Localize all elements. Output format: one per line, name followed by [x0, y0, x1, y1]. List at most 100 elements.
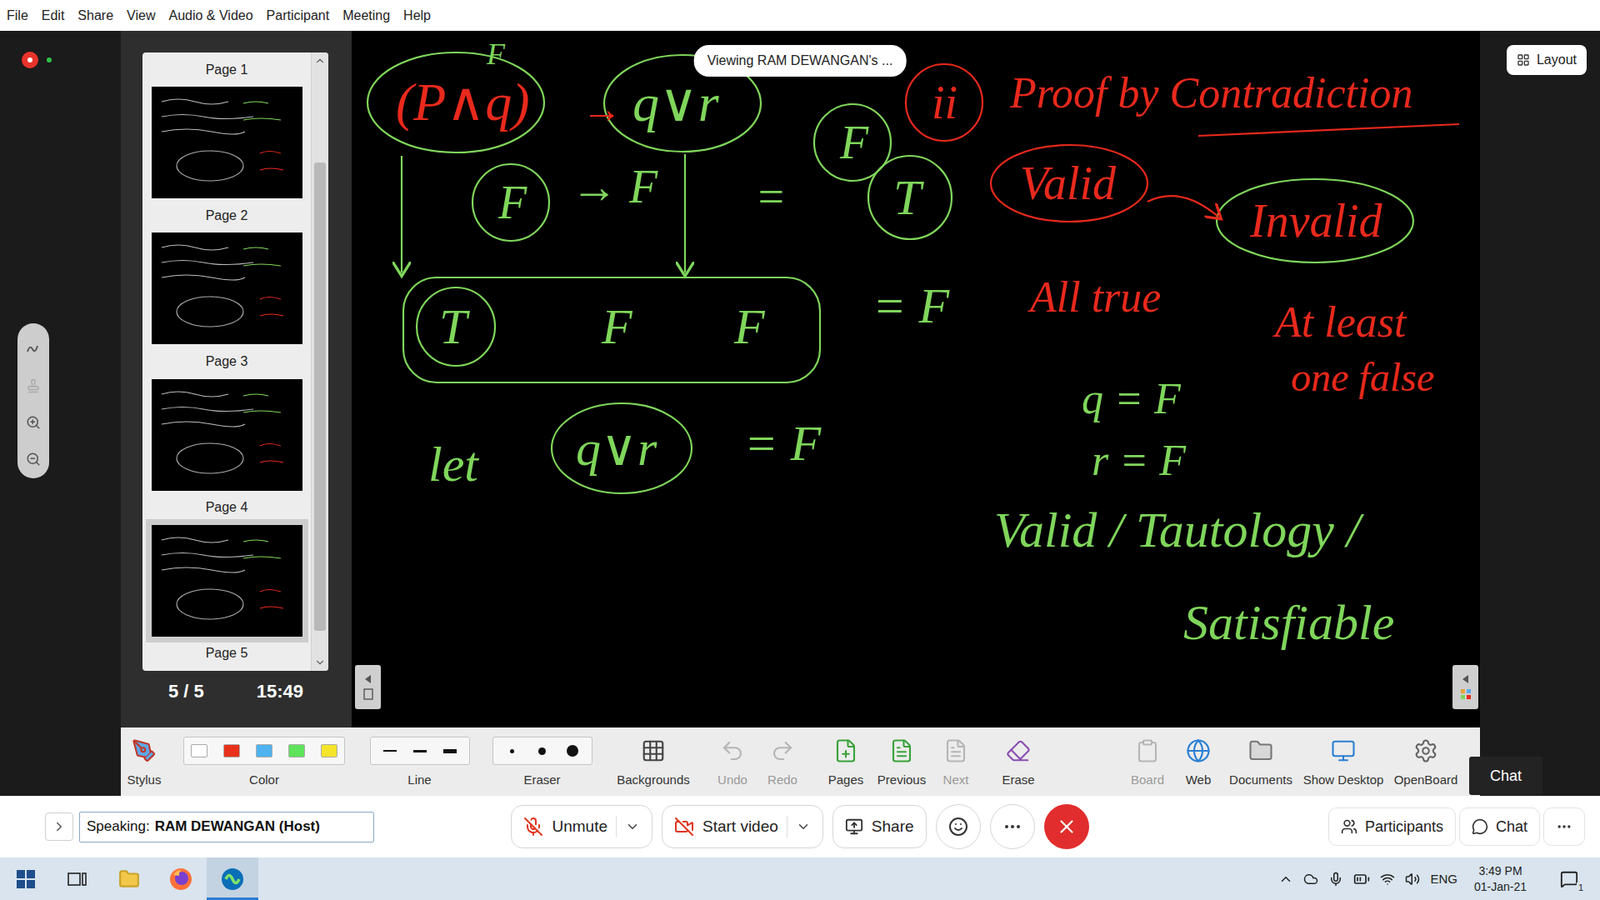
board-note: → F [570, 163, 658, 210]
board-note: q∨r [632, 76, 720, 130]
panel-button[interactable]: Participants [1328, 807, 1456, 846]
leave-button[interactable] [1044, 804, 1090, 850]
board-note: (P∧q) [395, 75, 530, 130]
board-tool[interactable]: Erase [993, 735, 1044, 788]
board-note: F [734, 301, 765, 352]
taskbar-app[interactable] [155, 857, 207, 900]
board-tool[interactable]: OpenBoard [1390, 735, 1461, 788]
page-column: Page 1 Page 2 Page 3 Page 4 Page 5 [142, 52, 311, 671]
show-desktop-icon [1330, 738, 1356, 764]
taskbar-app[interactable] [206, 857, 259, 900]
taskbar-app[interactable] [0, 857, 52, 900]
system-clock[interactable]: 3:49 PM01-Jan-21 [1467, 863, 1534, 895]
line-width-icon [413, 750, 427, 753]
line-width-button[interactable] [437, 740, 463, 762]
tool-label: Previous [877, 772, 926, 788]
eraser-size-button[interactable] [500, 740, 525, 762]
thumbnail-drawing-icon [151, 379, 303, 491]
expand-button[interactable] [45, 812, 74, 841]
battery-icon[interactable] [1353, 870, 1370, 888]
tool-icon-box [720, 735, 745, 766]
board-tool[interactable]: Backgrounds [613, 735, 694, 788]
menu-item[interactable]: Meeting [335, 8, 397, 24]
line-width-picker [370, 736, 470, 765]
board-note: F [840, 119, 869, 166]
panel-button[interactable]: Chat [1459, 807, 1540, 846]
tool-icon-box [1005, 735, 1031, 766]
zoom-out-icon[interactable] [25, 451, 41, 467]
eraser-size-button[interactable] [560, 740, 585, 762]
notifications-button[interactable]: 1 [1556, 866, 1582, 892]
tool-label: Eraser [523, 772, 560, 788]
board-tool[interactable]: Previous [875, 735, 928, 788]
menu-item[interactable]: Share [70, 8, 120, 24]
tool-label: Backgrounds [616, 772, 690, 788]
unmute-button[interactable]: Unmute [510, 805, 653, 849]
line-width-button[interactable] [377, 740, 403, 762]
board-tool[interactable]: Documents [1227, 735, 1295, 788]
language-indicator[interactable]: ENG [1430, 871, 1458, 886]
cloud-icon[interactable] [1303, 871, 1319, 887]
chevron-down-icon[interactable] [795, 819, 811, 835]
left-panel-tab[interactable] [355, 665, 381, 710]
wifi-icon[interactable] [1380, 871, 1395, 887]
volume-icon[interactable] [1405, 871, 1420, 887]
taskbar-app[interactable] [51, 857, 104, 900]
share-button[interactable]: Share [832, 805, 927, 849]
scroll-down-button[interactable] [311, 654, 329, 671]
microphone-icon[interactable] [1328, 871, 1344, 887]
menu-item[interactable]: Help [396, 8, 438, 24]
tool-icon-box [1413, 735, 1439, 766]
eraser-size-button[interactable] [530, 740, 555, 762]
color-swatch[interactable] [288, 744, 305, 758]
page-label[interactable]: Page 4 [205, 490, 249, 525]
show-hidden-icon[interactable] [1278, 871, 1294, 887]
board-tool: Line [370, 735, 470, 788]
right-panel-tab[interactable] [1452, 665, 1479, 710]
smile-icon [948, 816, 969, 837]
chevron-down-icon[interactable] [625, 819, 640, 835]
board-tool[interactable]: Stylus [120, 735, 168, 788]
page-label[interactable]: Page 2 [205, 198, 249, 233]
board-note: F [486, 39, 505, 70]
scroll-up-button[interactable] [311, 52, 329, 70]
page-thumbnail[interactable] [151, 525, 303, 637]
more-button[interactable] [990, 804, 1035, 850]
page-scrollbar[interactable] [310, 52, 329, 671]
menu-item[interactable]: File [0, 8, 35, 24]
board-icon [1135, 738, 1160, 764]
layout-button[interactable]: Layout [1506, 45, 1587, 75]
menu-item[interactable]: Audio & Video [161, 8, 260, 24]
menu-item[interactable]: Edit [35, 8, 72, 24]
start-video-button[interactable]: Start video [661, 805, 824, 849]
page-counter-row: 5 / 515:49 [142, 670, 329, 713]
taskbar-app[interactable] [103, 857, 155, 900]
scroll-thumb[interactable] [314, 162, 326, 631]
color-swatch[interactable] [255, 744, 273, 758]
stamp-icon[interactable] [25, 378, 41, 394]
board-tool[interactable]: Show Desktop [1300, 735, 1386, 788]
board-tool: Board [1122, 735, 1173, 788]
board-note: q = F [1081, 377, 1181, 421]
page-label[interactable]: Page 5 [205, 636, 249, 671]
page-thumbnail[interactable] [151, 232, 303, 345]
page-thumbnail[interactable] [151, 86, 303, 199]
line-width-button[interactable] [407, 740, 433, 762]
tool-label: Pages [828, 772, 865, 788]
whiteboard[interactable]: (P∧q)F→q∨rFiiProof by ContradictionF→ F=… [351, 30, 1480, 728]
color-swatch[interactable] [223, 744, 240, 758]
page-thumbnail[interactable] [151, 379, 303, 491]
page-label[interactable]: Page 1 [205, 52, 249, 87]
zoom-in-icon[interactable] [25, 415, 41, 430]
color-swatch[interactable] [190, 744, 208, 758]
draw-icon[interactable] [25, 341, 41, 357]
menu-item[interactable]: Participant [260, 8, 337, 24]
color-swatch[interactable] [320, 744, 338, 758]
board-note: ii [931, 79, 958, 126]
menu-item[interactable]: View [120, 8, 162, 24]
page-label[interactable]: Page 3 [205, 344, 249, 379]
board-tool[interactable]: Web [1177, 735, 1220, 788]
board-tool[interactable]: Pages [825, 735, 867, 788]
more-panels-button[interactable] [1543, 807, 1585, 846]
reactions-button[interactable] [935, 804, 981, 850]
